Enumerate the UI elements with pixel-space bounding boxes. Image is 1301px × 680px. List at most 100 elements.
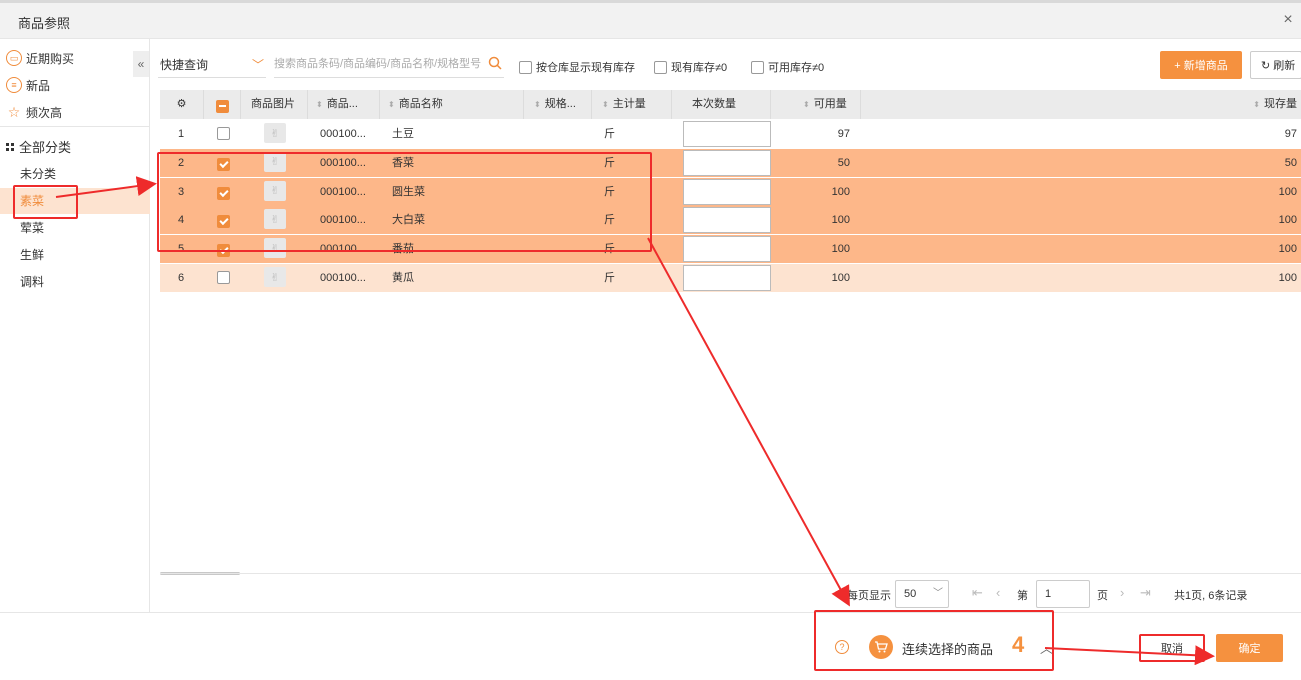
quantity-input[interactable]: [683, 178, 771, 205]
product-name: 番茄: [392, 243, 414, 256]
checkbox[interactable]: [654, 60, 667, 74]
grid-icon: [6, 142, 14, 151]
table-row[interactable]: 1 ✌ 000100... 土豆 斤 97 97: [160, 120, 1301, 148]
bag-icon: ▭: [6, 50, 22, 66]
cart-icon[interactable]: [869, 635, 893, 659]
header-spec[interactable]: ⬍ 规格...: [524, 90, 592, 119]
product-unit: 斤: [604, 243, 615, 256]
row-checkbox[interactable]: [217, 157, 230, 171]
category-header[interactable]: 全部分类: [6, 137, 71, 156]
row-index: 3: [178, 185, 185, 198]
table-header: ⚙ 商品图片 ⬍ 商品... ⬍ 商品名称 ⬍ 规格... ⬍ 主计量 本次数量 ⬍ 可用…: [160, 90, 1301, 119]
current-stock-checkbox[interactable]: 现有库存≠0: [654, 59, 727, 75]
header-code[interactable]: ⬍ 商品...: [308, 90, 380, 119]
available-qty: 50: [837, 156, 850, 169]
product-image-placeholder-icon: ✌: [264, 209, 286, 230]
category-item-vegetables[interactable]: 素菜: [0, 188, 150, 214]
prev-page-icon[interactable]: ‹: [996, 585, 1000, 600]
dialog-title: 商品参照: [18, 16, 71, 31]
category-item-uncategorized[interactable]: 未分类: [0, 161, 150, 187]
chevron-down-icon: ﹀: [933, 588, 943, 599]
quantity-input[interactable]: [683, 149, 771, 176]
page-prefix: 第: [1017, 590, 1028, 602]
per-page-label: 每页显示: [847, 590, 891, 602]
column-settings-icon[interactable]: ⚙: [160, 90, 204, 119]
header-name[interactable]: ⬍ 商品名称: [380, 90, 524, 119]
header-select-all[interactable]: [204, 90, 241, 119]
category-item-fresh[interactable]: 生鲜: [0, 242, 150, 268]
table-row[interactable]: 3 ✌ 000100... 圆生菜 斤 100 100: [160, 177, 1301, 206]
quantity-input[interactable]: [683, 265, 771, 291]
quick-query-select[interactable]: 快捷查询 ﹀: [158, 52, 266, 78]
ok-button[interactable]: 确定: [1216, 634, 1283, 662]
sidebar-item-frequent[interactable]: ☆ 频次高: [6, 102, 62, 122]
page-size-select[interactable]: 50 ﹀: [895, 580, 949, 608]
first-page-icon[interactable]: ⇤: [972, 585, 983, 601]
row-checkbox[interactable]: [217, 186, 230, 200]
product-name: 圆生菜: [392, 185, 425, 198]
row-checkbox[interactable]: [217, 271, 230, 284]
row-checkbox[interactable]: [217, 127, 230, 140]
header-unit[interactable]: ⬍ 主计量: [592, 90, 672, 119]
quantity-input[interactable]: [683, 207, 771, 234]
category-item-meat[interactable]: 荤菜: [0, 215, 150, 241]
close-icon[interactable]: ×: [1279, 11, 1297, 29]
available-stock-checkbox[interactable]: 可用库存≠0: [751, 59, 824, 75]
last-page-icon[interactable]: ⇥: [1140, 585, 1151, 601]
checkbox-label: 可用库存≠0: [768, 62, 825, 74]
page-number-input[interactable]: 1: [1036, 580, 1090, 608]
add-product-button[interactable]: + 新增商品: [1160, 51, 1242, 79]
product-image-placeholder-icon: ✌: [264, 267, 286, 287]
stock-qty: 100: [1278, 214, 1297, 227]
collapse-sidebar-button[interactable]: «: [133, 51, 149, 77]
quantity-input[interactable]: [683, 236, 771, 263]
search-input[interactable]: [274, 52, 484, 76]
page-summary: 共1页, 6条记录: [1174, 590, 1248, 602]
product-code: 000100...: [320, 214, 366, 227]
header-available[interactable]: ⬍ 可用量: [771, 90, 861, 119]
header-stock[interactable]: ⬍ 现存量: [861, 90, 1301, 119]
table-row[interactable]: 5 ✌ 000100... 番茄 斤 100 100: [160, 235, 1301, 264]
sidebar-item-recent[interactable]: ▭ 近期购买: [6, 48, 74, 68]
header-spec-label: 规格...: [544, 98, 576, 110]
stock-qty: 100: [1278, 185, 1297, 198]
header-unit-label: 主计量: [612, 98, 646, 110]
help-icon[interactable]: ?: [835, 640, 849, 654]
cancel-button[interactable]: 取消: [1139, 634, 1205, 662]
search-box: [274, 52, 504, 78]
product-code: 000100...: [320, 185, 366, 198]
row-checkbox[interactable]: [217, 244, 230, 258]
stock-qty: 50: [1284, 156, 1297, 169]
checkbox[interactable]: [751, 60, 764, 74]
available-qty: 100: [831, 214, 850, 227]
table-row[interactable]: 4 ✌ 000100... 大白菜 斤 100 100: [160, 206, 1301, 235]
refresh-button[interactable]: ↻ 刷新: [1250, 51, 1301, 79]
page-suffix: 页: [1097, 590, 1108, 602]
checkbox-label: 现有库存≠0: [671, 62, 728, 74]
table-row[interactable]: 6 ✌ 000100... 黄瓜 斤 100 100: [160, 264, 1301, 292]
select-all-checkbox[interactable]: [216, 99, 229, 113]
row-checkbox[interactable]: [217, 215, 230, 229]
table-row[interactable]: 2 ✌ 000100... 香菜 斤 50 50: [160, 148, 1301, 177]
checkbox[interactable]: [519, 60, 532, 74]
category-item-seasoning[interactable]: 调料: [0, 269, 150, 295]
category-sidebar: ▭ 近期购买 ≡ 新品 ☆ 频次高 « 全部分类 未分类 素菜 荤菜 生鲜 调料: [0, 39, 150, 612]
search-icon[interactable]: [488, 56, 502, 70]
next-page-icon[interactable]: ›: [1120, 585, 1124, 600]
sidebar-item-label: 近期购买: [26, 51, 75, 66]
chevron-up-icon[interactable]: ︿: [1040, 638, 1053, 657]
product-image-placeholder-icon: ✌: [264, 238, 286, 259]
product-unit: 斤: [604, 156, 615, 169]
divider: [0, 612, 1301, 613]
sidebar-item-new[interactable]: ≡ 新品: [6, 75, 50, 95]
available-qty: 100: [831, 272, 850, 284]
warehouse-stock-checkbox[interactable]: 按仓库显示现有库存: [519, 59, 635, 75]
available-qty: 100: [831, 185, 850, 198]
category-header-label: 全部分类: [19, 140, 72, 155]
row-index: 5: [178, 243, 185, 256]
product-unit: 斤: [604, 128, 615, 140]
product-name: 土豆: [392, 128, 414, 140]
pagination: 每页显示 50 ﹀ ⇤ ‹ 第 1 页 › ⇥ 共1页, 6条记录: [847, 580, 1301, 608]
quantity-input[interactable]: [683, 121, 771, 147]
refresh-label: 刷新: [1273, 60, 1296, 72]
